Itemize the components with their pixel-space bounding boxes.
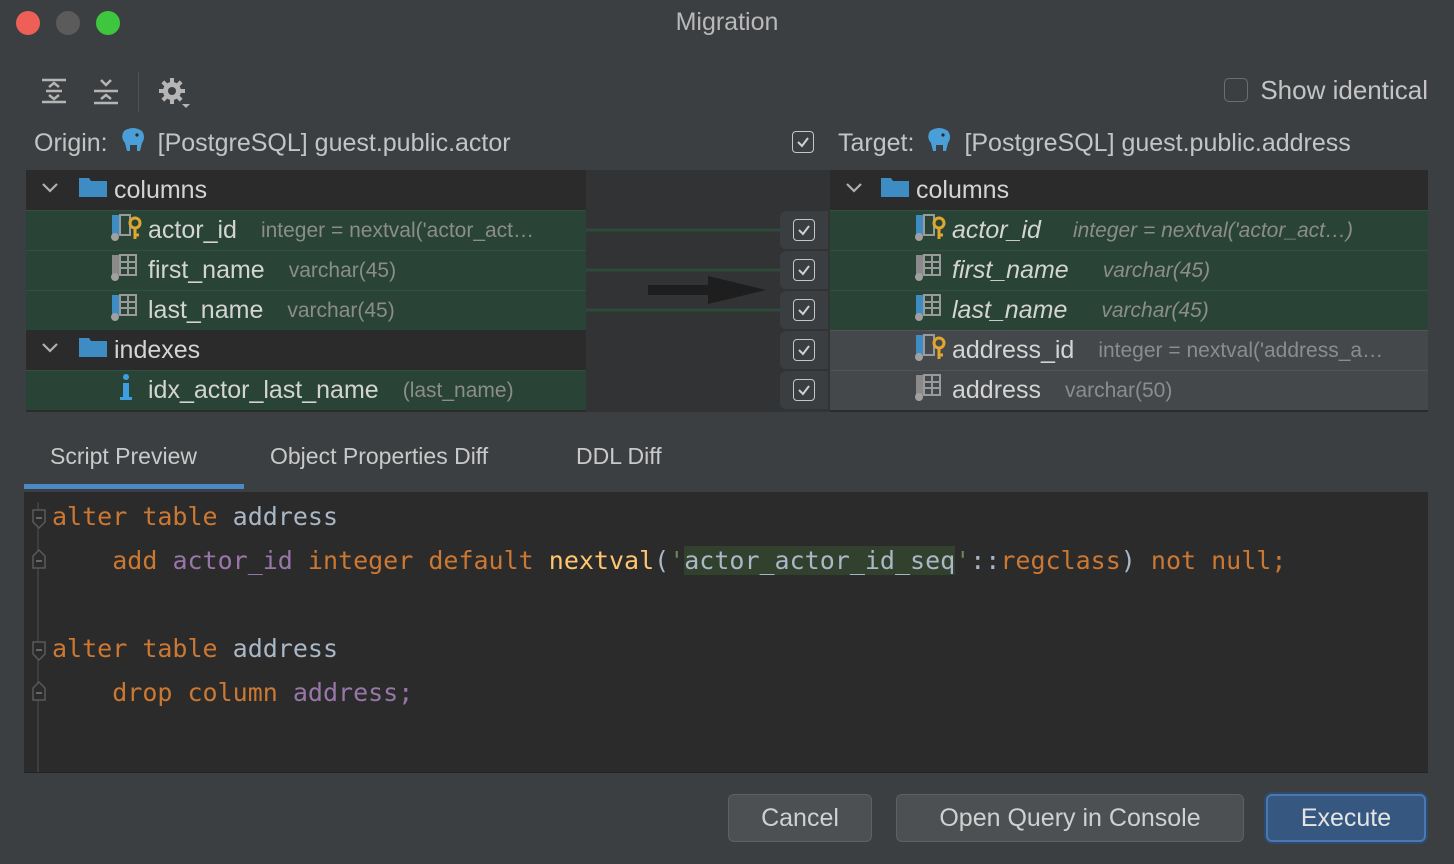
tab-script-preview[interactable]: Script Preview — [50, 428, 197, 484]
column-name: first_name — [952, 256, 1069, 284]
column-type: varchar(50) — [1064, 378, 1173, 402]
column-type: integer = nextval('actor_act… — [260, 218, 535, 242]
table-row[interactable]: address_id integer = nextval('address_a… — [830, 330, 1428, 370]
target-tree: columns actor_id integer = nextval('acto… — [830, 170, 1428, 412]
column-icon — [110, 252, 144, 289]
folder-label: columns — [114, 175, 208, 204]
index-name: idx_actor_last_name — [148, 376, 379, 404]
row-checkbox[interactable] — [780, 331, 828, 369]
row-checkbox[interactable] — [780, 291, 828, 329]
table-row[interactable]: actor_id integer = nextval('actor_act… — [26, 210, 586, 250]
code-line-2: add actor_id integer default nextval('ac… — [112, 546, 1287, 575]
postgresql-elephant-icon — [924, 125, 954, 162]
tree-folder-indexes[interactable]: indexes — [26, 330, 586, 370]
column-name: actor_id — [148, 216, 237, 244]
primary-key-column-icon — [914, 332, 948, 369]
origin-tree: columns actor_id integer = nextval('acto… — [26, 170, 586, 412]
index-columns: (last_name) — [402, 378, 514, 402]
toolbar-separator — [138, 72, 139, 112]
gear-icon[interactable] — [155, 74, 190, 108]
open-query-in-console-button[interactable]: Open Query in Console — [896, 794, 1244, 842]
migration-dialog: Migration Show identical Origin: [Postgr… — [0, 0, 1454, 864]
origin-header: Origin: [PostgreSQL] guest.public.actor — [34, 124, 511, 162]
folder-label: indexes — [114, 335, 201, 364]
column-name: address_id — [952, 336, 1075, 364]
fold-open-icon[interactable] — [31, 508, 47, 537]
show-identical-label: Show identical — [1260, 74, 1428, 105]
chevron-down-icon[interactable] — [844, 176, 864, 205]
table-row[interactable]: address varchar(50) — [830, 370, 1428, 410]
expand-all-icon[interactable] — [37, 74, 71, 108]
collapse-all-icon[interactable] — [89, 74, 123, 108]
primary-key-column-icon — [110, 212, 144, 249]
target-header-checkbox[interactable] — [792, 131, 814, 153]
column-icon — [914, 292, 948, 329]
execute-button[interactable]: Execute — [1266, 794, 1426, 842]
column-icon — [914, 252, 948, 289]
target-label: Target: — [838, 128, 915, 157]
code-line-3: alter table address — [52, 634, 339, 663]
table-row[interactable]: first_name varchar(45) — [26, 250, 586, 290]
tree-folder-columns[interactable]: columns — [830, 170, 1428, 210]
row-checkbox[interactable] — [780, 211, 828, 249]
fold-close-icon[interactable] — [31, 546, 47, 575]
origin-label: Origin: — [34, 128, 108, 157]
gutter — [37, 502, 39, 772]
folder-label: columns — [916, 175, 1010, 204]
target-header: Target: [PostgreSQL] guest.public.addres… — [838, 124, 1351, 162]
index-icon — [114, 372, 140, 409]
row-checkbox[interactable] — [780, 371, 828, 409]
table-row[interactable]: actor_id integer = nextval('actor_act…) — [830, 210, 1428, 250]
fold-open-icon[interactable] — [31, 640, 47, 669]
tab-ddl-diff[interactable]: DDL Diff — [576, 428, 662, 484]
column-name: last_name — [148, 296, 264, 324]
table-row[interactable]: first_name varchar(45) — [830, 250, 1428, 290]
active-tab-indicator — [24, 484, 244, 489]
postgresql-elephant-icon — [118, 125, 148, 162]
column-type: integer = nextval('actor_act…) — [1072, 218, 1354, 242]
folder-icon — [78, 335, 108, 366]
cancel-button[interactable]: Cancel — [728, 794, 872, 842]
tab-object-properties-diff[interactable]: Object Properties Diff — [270, 428, 488, 484]
column-name: actor_id — [952, 216, 1041, 244]
table-row[interactable]: last_name varchar(45) — [830, 290, 1428, 330]
column-name: first_name — [148, 256, 265, 284]
tree-folder-columns[interactable]: columns — [26, 170, 586, 210]
chevron-down-icon[interactable] — [40, 176, 60, 205]
column-type: varchar(45) — [1101, 298, 1209, 322]
fold-close-icon[interactable] — [31, 678, 47, 707]
chevron-down-icon[interactable] — [40, 336, 60, 365]
show-identical-checkbox[interactable] — [1224, 78, 1249, 102]
target-source: [PostgreSQL] guest.public.address — [964, 128, 1351, 157]
column-type: integer = nextval('address_a… — [1098, 338, 1384, 362]
title-bar: Migration — [0, 0, 1454, 46]
origin-source: [PostgreSQL] guest.public.actor — [157, 128, 511, 157]
window-title: Migration — [675, 8, 779, 36]
column-icon — [914, 372, 948, 409]
code-line-1: alter table address — [52, 502, 339, 531]
column-name: last_name — [952, 296, 1068, 324]
column-icon — [110, 292, 144, 329]
column-type: varchar(45) — [1102, 258, 1211, 282]
show-identical-toggle[interactable]: Show identical — [1224, 74, 1428, 106]
folder-icon — [880, 175, 910, 206]
folder-icon — [78, 175, 108, 206]
table-row[interactable]: last_name varchar(45) — [26, 290, 586, 330]
column-type: varchar(45) — [287, 298, 395, 322]
table-row[interactable]: idx_actor_last_name (last_name) — [26, 370, 586, 410]
script-preview-editor[interactable]: alter table address add actor_id integer… — [24, 492, 1428, 773]
column-type: varchar(45) — [288, 258, 397, 282]
code-line-4: drop column address; — [112, 678, 414, 707]
primary-key-column-icon — [914, 212, 948, 249]
row-checkbox[interactable] — [780, 251, 828, 289]
column-name: address — [952, 376, 1041, 404]
